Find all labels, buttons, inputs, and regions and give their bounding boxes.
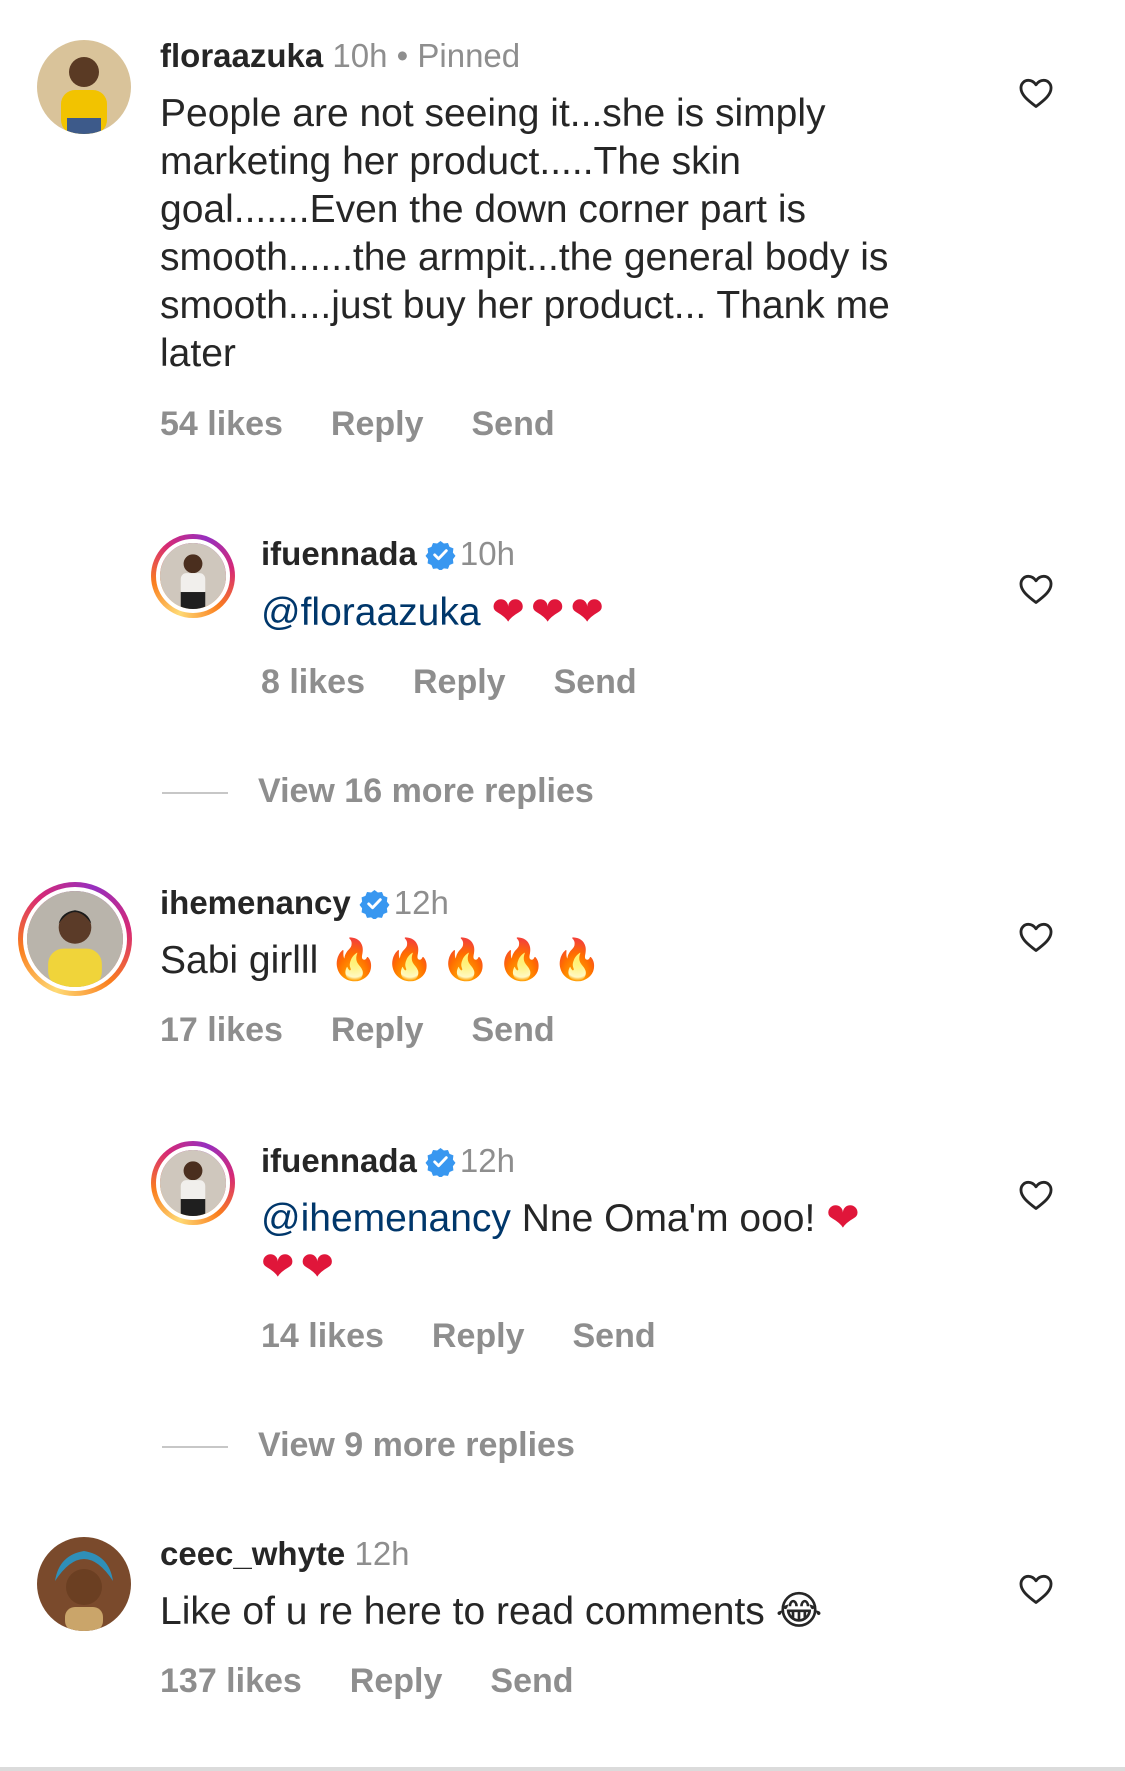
comment-header: ifuennada 12h (261, 1141, 515, 1181)
comment-body: Like of u re here to read comments (160, 1590, 765, 1633)
comment-actions: 137 likes Reply Send (160, 1662, 622, 1701)
likes-count[interactable]: 17 likes (160, 1011, 283, 1049)
username[interactable]: ifuennada (261, 535, 417, 572)
heart-icon[interactable] (1017, 1176, 1055, 1214)
comment-text: Like of u re here to read comments 😂 (160, 1587, 960, 1636)
view-more-label: View 9 more replies (258, 1426, 575, 1464)
timestamp: 12h (393, 884, 449, 921)
view-more-replies-button[interactable]: View 16 more replies (162, 772, 594, 811)
heart-emoji: ❤ (826, 1195, 866, 1241)
avatar[interactable] (37, 1537, 131, 1631)
mention-link[interactable]: @floraazuka (261, 591, 481, 634)
likes-count[interactable]: 54 likes (160, 405, 283, 443)
heart-emoji: ❤❤❤ (491, 589, 610, 635)
likes-count[interactable]: 137 likes (160, 1662, 302, 1700)
heart-emoji: ❤❤ (261, 1244, 341, 1290)
comment-header: floraazuka 10h • Pinned (160, 36, 520, 76)
divider-line (162, 792, 228, 795)
avatar[interactable] (37, 40, 131, 134)
send-button[interactable]: Send (554, 663, 637, 701)
reply-button[interactable]: Reply (331, 1011, 424, 1049)
timestamp: 10h (332, 37, 388, 74)
timestamp: 10h (459, 535, 515, 572)
send-button[interactable]: Send (471, 1011, 554, 1049)
likes-count[interactable]: 8 likes (261, 663, 365, 701)
fire-emoji: 🔥🔥🔥🔥🔥 (329, 937, 609, 983)
heart-icon[interactable] (1017, 918, 1055, 956)
comment-body: Nne Oma'm ooo! (521, 1197, 816, 1240)
laughing-emoji: 😂 (775, 1588, 829, 1634)
username[interactable]: ceec_whyte (160, 1535, 345, 1572)
bottom-divider (0, 1767, 1125, 1771)
comment-text: People are not seeing it...she is simply… (160, 92, 890, 375)
avatar[interactable] (151, 1141, 235, 1225)
comment-actions: 8 likes Reply Send (261, 663, 685, 702)
heart-icon[interactable] (1017, 1570, 1055, 1608)
heart-icon[interactable] (1017, 570, 1055, 608)
separator-dot: • (396, 37, 409, 74)
send-button[interactable]: Send (471, 405, 554, 443)
pinned-label: Pinned (417, 37, 521, 74)
view-more-replies-button[interactable]: View 9 more replies (162, 1426, 575, 1465)
comment-header: ihemenancy 12h (160, 883, 449, 923)
comment-body: Sabi girlll (160, 939, 319, 982)
heart-icon[interactable] (1017, 74, 1055, 112)
view-more-label: View 16 more replies (258, 772, 594, 810)
timestamp: 12h (354, 1535, 410, 1572)
username[interactable]: ifuennada (261, 1142, 417, 1179)
comment-actions: 54 likes Reply Send (160, 405, 603, 444)
comment-text: Sabi girlll 🔥🔥🔥🔥🔥 (160, 936, 960, 985)
reply-button[interactable]: Reply (350, 1662, 443, 1700)
comment-text: @ihemenancy Nne Oma'm ooo! ❤ ❤❤ (261, 1194, 981, 1292)
reply-button[interactable]: Reply (331, 405, 424, 443)
mention-link[interactable]: @ihemenancy (261, 1197, 511, 1240)
send-button[interactable]: Send (572, 1317, 655, 1355)
send-button[interactable]: Send (490, 1662, 573, 1700)
timestamp: 12h (459, 1142, 515, 1179)
avatar[interactable] (18, 882, 132, 996)
comment-actions: 17 likes Reply Send (160, 1011, 603, 1050)
comment-header: ceec_whyte 12h (160, 1534, 410, 1574)
likes-count[interactable]: 14 likes (261, 1317, 384, 1355)
avatar[interactable] (151, 534, 235, 618)
username[interactable]: floraazuka (160, 37, 323, 74)
reply-button[interactable]: Reply (413, 663, 506, 701)
verified-badge-icon (425, 1147, 456, 1177)
reply-button[interactable]: Reply (432, 1317, 525, 1355)
divider-line (162, 1446, 228, 1449)
username[interactable]: ihemenancy (160, 884, 351, 921)
verified-badge-icon (425, 540, 456, 570)
comment-header: ifuennada 10h (261, 534, 515, 574)
verified-badge-icon (359, 889, 390, 919)
comment-actions: 14 likes Reply Send (261, 1317, 704, 1356)
comment-text: @floraazuka ❤❤❤ (261, 588, 981, 637)
